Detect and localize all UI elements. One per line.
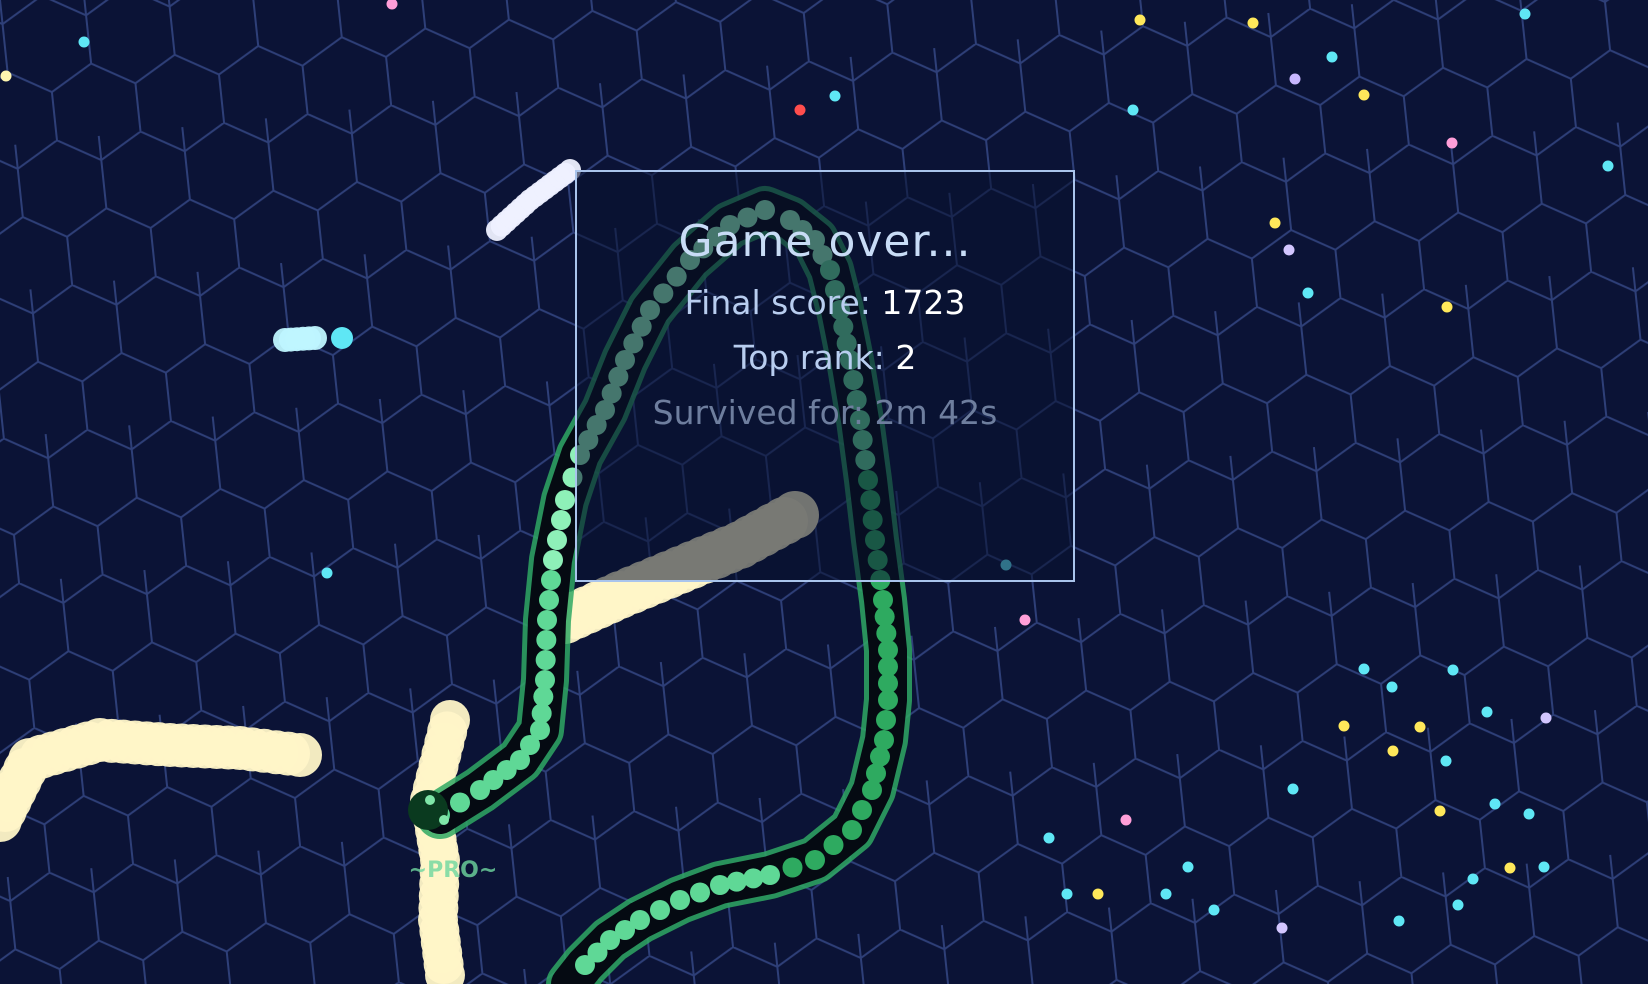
food-pellet [0, 70, 12, 82]
food-pellet [1358, 663, 1370, 675]
player-snake-segment [690, 882, 710, 903]
food-pellet [1393, 915, 1405, 927]
survived-label: Survived for: [652, 393, 864, 432]
snake-head [430, 700, 470, 740]
food-pellet [829, 90, 841, 102]
enemy-snake-head [331, 327, 353, 349]
player-snake-segment [782, 857, 803, 878]
player-snake-segment [870, 746, 890, 767]
food-pellet [1019, 614, 1031, 626]
food-pellet [1134, 14, 1146, 26]
food-pellet [1414, 721, 1426, 733]
food-pellet [1540, 712, 1552, 724]
snake-head [278, 733, 322, 777]
food-pellet [321, 567, 333, 579]
player-snake-segment [866, 763, 886, 784]
player-snake-segment [536, 630, 557, 650]
player-nickname: ~PRO~ [408, 858, 498, 883]
food-pellet [1287, 783, 1299, 795]
player-snake-segment [670, 890, 690, 910]
player-snake-segment [539, 590, 559, 610]
food-pellet [1441, 301, 1453, 313]
food-pellet [1326, 51, 1338, 63]
player-snake-segment [710, 875, 730, 895]
final-score-row: Final score: 1723 [577, 283, 1073, 322]
snake-head [303, 326, 327, 350]
survived-value: 2m 42s [874, 393, 998, 432]
food-pellet [1182, 861, 1194, 873]
player-snake-segment [743, 868, 764, 889]
food-pellet [1386, 681, 1398, 693]
food-pellet [1127, 104, 1139, 116]
food-pellet [1247, 17, 1259, 29]
food-pellet [1452, 899, 1464, 911]
food-pellet [1519, 8, 1531, 20]
top-rank-label: Top rank: [733, 338, 885, 377]
player-snake-segment [805, 850, 825, 870]
player-snake-segment [760, 865, 780, 885]
food-pellet [1489, 798, 1501, 810]
player-snake-segment [541, 570, 561, 590]
food-pellet [1269, 217, 1281, 229]
food-pellet [1602, 160, 1614, 172]
game-over-panel: Game over... Final score: 1723 Top rank:… [575, 170, 1075, 582]
food-pellet [1160, 888, 1172, 900]
food-pellet [1120, 814, 1132, 826]
game-over-title: Game over... [678, 216, 972, 267]
player-snake-segment [862, 780, 882, 800]
enemy-snake [273, 326, 327, 352]
player-snake-segment [547, 530, 567, 550]
food-pellet [1302, 287, 1314, 299]
food-pellet [78, 36, 90, 48]
food-pellet [1283, 244, 1295, 256]
player-snake-segment [543, 550, 563, 570]
player-snake-segment [555, 490, 575, 510]
survived-row: Survived for: 2m 42s [577, 393, 1073, 432]
player-eye-icon [439, 815, 449, 825]
player-snake-segment [650, 900, 670, 920]
top-rank-row: Top rank: 2 [577, 338, 1073, 377]
food-pellet [1061, 888, 1073, 900]
player-snake-segment [450, 792, 470, 813]
food-pellet [1092, 888, 1104, 900]
player-snake-segment [535, 650, 556, 670]
final-score-value: 1723 [881, 283, 966, 322]
player-eye-icon [425, 795, 435, 805]
food-pellet [1043, 832, 1055, 844]
player-snake-segment [842, 820, 862, 840]
food-pellet [1434, 805, 1446, 817]
food-pellet [1538, 861, 1550, 873]
food-pellet [1289, 73, 1301, 85]
food-pellet [1208, 904, 1220, 916]
food-pellet [1440, 755, 1452, 767]
food-pellet [1276, 922, 1288, 934]
food-pellet [1338, 720, 1350, 732]
top-rank-value: 2 [895, 338, 917, 377]
player-snake-segment [874, 730, 894, 750]
player-snake-segment [726, 871, 747, 892]
player-snake-segment [878, 690, 898, 710]
food-pellet [1358, 89, 1370, 101]
player-snake-segment [551, 510, 571, 530]
final-score-label: Final score: [684, 283, 871, 322]
player-snake-segment [575, 955, 595, 975]
player-snake-segment [876, 710, 896, 730]
player-snake-segment [535, 670, 555, 690]
food-pellet [1481, 706, 1493, 718]
food-pellet [1523, 808, 1535, 820]
food-pellet [794, 104, 806, 116]
game-stage: ~PRO~ Game over... Final score: 1723 Top… [0, 0, 1648, 984]
food-pellet [1504, 862, 1516, 874]
player-snake-segment [537, 610, 557, 630]
food-pellet [1467, 873, 1479, 885]
food-pellet [1387, 745, 1399, 757]
player-snake-segment [823, 835, 844, 855]
food-pellet [1447, 664, 1459, 676]
player-snake-segment [852, 800, 872, 820]
food-pellet [1446, 137, 1458, 149]
